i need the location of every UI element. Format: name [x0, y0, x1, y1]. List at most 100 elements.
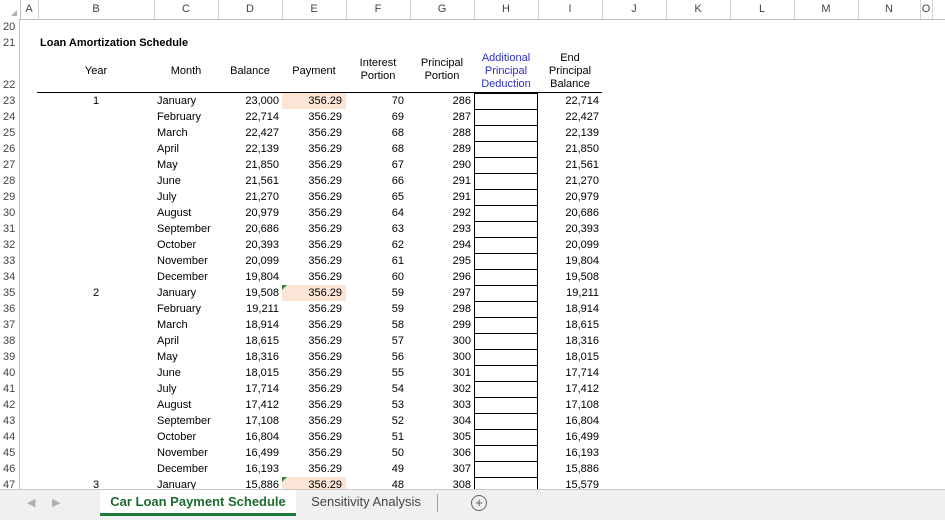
- cell-end-balance: 20,099: [565, 239, 599, 251]
- cell-principal: 306: [452, 447, 471, 459]
- cell-end-balance: 16,804: [565, 415, 599, 427]
- header-interest-line-2: Portion: [360, 70, 396, 82]
- row-header-23[interactable]: 23: [0, 93, 20, 109]
- cell-end-balance: 22,427: [565, 111, 599, 123]
- additional-deduction-input[interactable]: [474, 365, 538, 382]
- column-header-a[interactable]: A: [20, 0, 39, 19]
- column-header-l[interactable]: L: [730, 0, 795, 19]
- column-header-k[interactable]: K: [666, 0, 731, 19]
- column-header-e[interactable]: E: [282, 0, 347, 19]
- tab-car-loan-payment-schedule[interactable]: Car Loan Payment Schedule: [100, 490, 296, 516]
- cell-payment: 356.29: [308, 111, 342, 123]
- additional-deduction-input[interactable]: [474, 269, 538, 286]
- row-header-27[interactable]: 27: [0, 157, 20, 173]
- cell-principal: 296: [452, 271, 471, 283]
- tab-scroll-left-icon[interactable]: ◀: [27, 496, 35, 509]
- add-sheet-icon[interactable]: +: [471, 495, 487, 511]
- row-header-33[interactable]: 33: [0, 253, 20, 269]
- cell-principal: 287: [452, 111, 471, 123]
- column-header-h[interactable]: H: [474, 0, 539, 19]
- column-header-f[interactable]: F: [346, 0, 411, 19]
- cell-end-balance: 15,579: [565, 479, 599, 489]
- additional-deduction-input[interactable]: [474, 189, 538, 206]
- additional-deduction-input[interactable]: [474, 461, 538, 478]
- additional-deduction-input[interactable]: [474, 109, 538, 126]
- cell-year: [38, 301, 154, 317]
- column-header-o[interactable]: O: [920, 0, 933, 19]
- column-header-b[interactable]: B: [38, 0, 155, 19]
- cell-month: June: [157, 367, 181, 379]
- column-header-g[interactable]: G: [410, 0, 475, 19]
- column-header-d[interactable]: D: [218, 0, 283, 19]
- row-header-29[interactable]: 29: [0, 189, 20, 205]
- row-header-41[interactable]: 41: [0, 381, 20, 397]
- row-header-43[interactable]: 43: [0, 413, 20, 429]
- row-header-24[interactable]: 24: [0, 109, 20, 125]
- column-header-j[interactable]: J: [602, 0, 667, 19]
- column-header-i[interactable]: I: [538, 0, 603, 19]
- cell-payment: 356.29: [308, 303, 342, 315]
- cell-year: 2: [92, 287, 100, 299]
- additional-deduction-input[interactable]: [474, 221, 538, 238]
- additional-deduction-input[interactable]: [474, 333, 538, 350]
- cell-month: February: [157, 111, 202, 123]
- additional-deduction-input[interactable]: [474, 413, 538, 430]
- row-header-47[interactable]: 47: [0, 477, 20, 489]
- row-header-35[interactable]: 35: [0, 285, 20, 301]
- additional-deduction-input[interactable]: [474, 253, 538, 270]
- additional-deduction-input[interactable]: [474, 317, 538, 334]
- additional-deduction-input[interactable]: [474, 381, 538, 398]
- additional-deduction-input[interactable]: [474, 93, 538, 110]
- row-header-39[interactable]: 39: [0, 349, 20, 365]
- tab-sensitivity-analysis[interactable]: Sensitivity Analysis: [300, 490, 432, 516]
- row-header-40[interactable]: 40: [0, 365, 20, 381]
- row-header-20[interactable]: 20: [0, 19, 20, 35]
- row-header-37[interactable]: 37: [0, 317, 20, 333]
- additional-deduction-input[interactable]: [474, 125, 538, 142]
- row-header-44[interactable]: 44: [0, 429, 20, 445]
- additional-deduction-input[interactable]: [474, 445, 538, 462]
- row-header-26[interactable]: 26: [0, 141, 20, 157]
- cell-end-balance: 18,615: [565, 319, 599, 331]
- row-header-38[interactable]: 38: [0, 333, 20, 349]
- column-header-m[interactable]: M: [794, 0, 859, 19]
- column-header-c[interactable]: C: [154, 0, 219, 19]
- additional-deduction-input[interactable]: [474, 141, 538, 158]
- tab-scroll-right-icon[interactable]: ▶: [52, 496, 60, 509]
- formula-warning-indicator[interactable]: [282, 477, 287, 482]
- cell-payment: 356.29: [308, 143, 342, 155]
- additional-deduction-input[interactable]: [474, 173, 538, 190]
- cell-payment: 356.29: [308, 255, 342, 267]
- row-header-32[interactable]: 32: [0, 237, 20, 253]
- additional-deduction-input[interactable]: [474, 397, 538, 414]
- column-header-n[interactable]: N: [858, 0, 921, 19]
- additional-deduction-input[interactable]: [474, 477, 538, 489]
- header-interest-line-1: Interest: [359, 57, 397, 69]
- additional-deduction-input[interactable]: [474, 349, 538, 366]
- row-header-45[interactable]: 45: [0, 445, 20, 461]
- spreadsheet-grid[interactable]: ABCDEFGHIJKLMNO 20 21 22 23 24 25 26 27 28 29 30 31…: [0, 0, 945, 489]
- cell-month: August: [157, 399, 192, 411]
- row-header-31[interactable]: 31: [0, 221, 20, 237]
- row-header-36[interactable]: 36: [0, 301, 20, 317]
- additional-deduction-input[interactable]: [474, 301, 538, 318]
- additional-deduction-input[interactable]: [474, 157, 538, 174]
- row-header-22[interactable]: 22: [0, 51, 20, 93]
- additional-deduction-input[interactable]: [474, 237, 538, 254]
- tab-separator: [437, 494, 438, 512]
- row-header-46[interactable]: 46: [0, 461, 20, 477]
- row-header-42[interactable]: 42: [0, 397, 20, 413]
- row-header-25[interactable]: 25: [0, 125, 20, 141]
- cell-year: [38, 141, 154, 157]
- row-header-21[interactable]: 21: [0, 35, 20, 51]
- row-header-34[interactable]: 34: [0, 269, 20, 285]
- cell-payment: 356.29: [308, 271, 342, 283]
- additional-deduction-input[interactable]: [474, 205, 538, 222]
- additional-deduction-input[interactable]: [474, 429, 538, 446]
- formula-warning-indicator[interactable]: [282, 285, 287, 290]
- cell-payment: 356.29: [308, 415, 342, 427]
- additional-deduction-input[interactable]: [474, 285, 538, 302]
- row-header-28[interactable]: 28: [0, 173, 20, 189]
- select-all-corner[interactable]: [0, 0, 21, 19]
- row-header-30[interactable]: 30: [0, 205, 20, 221]
